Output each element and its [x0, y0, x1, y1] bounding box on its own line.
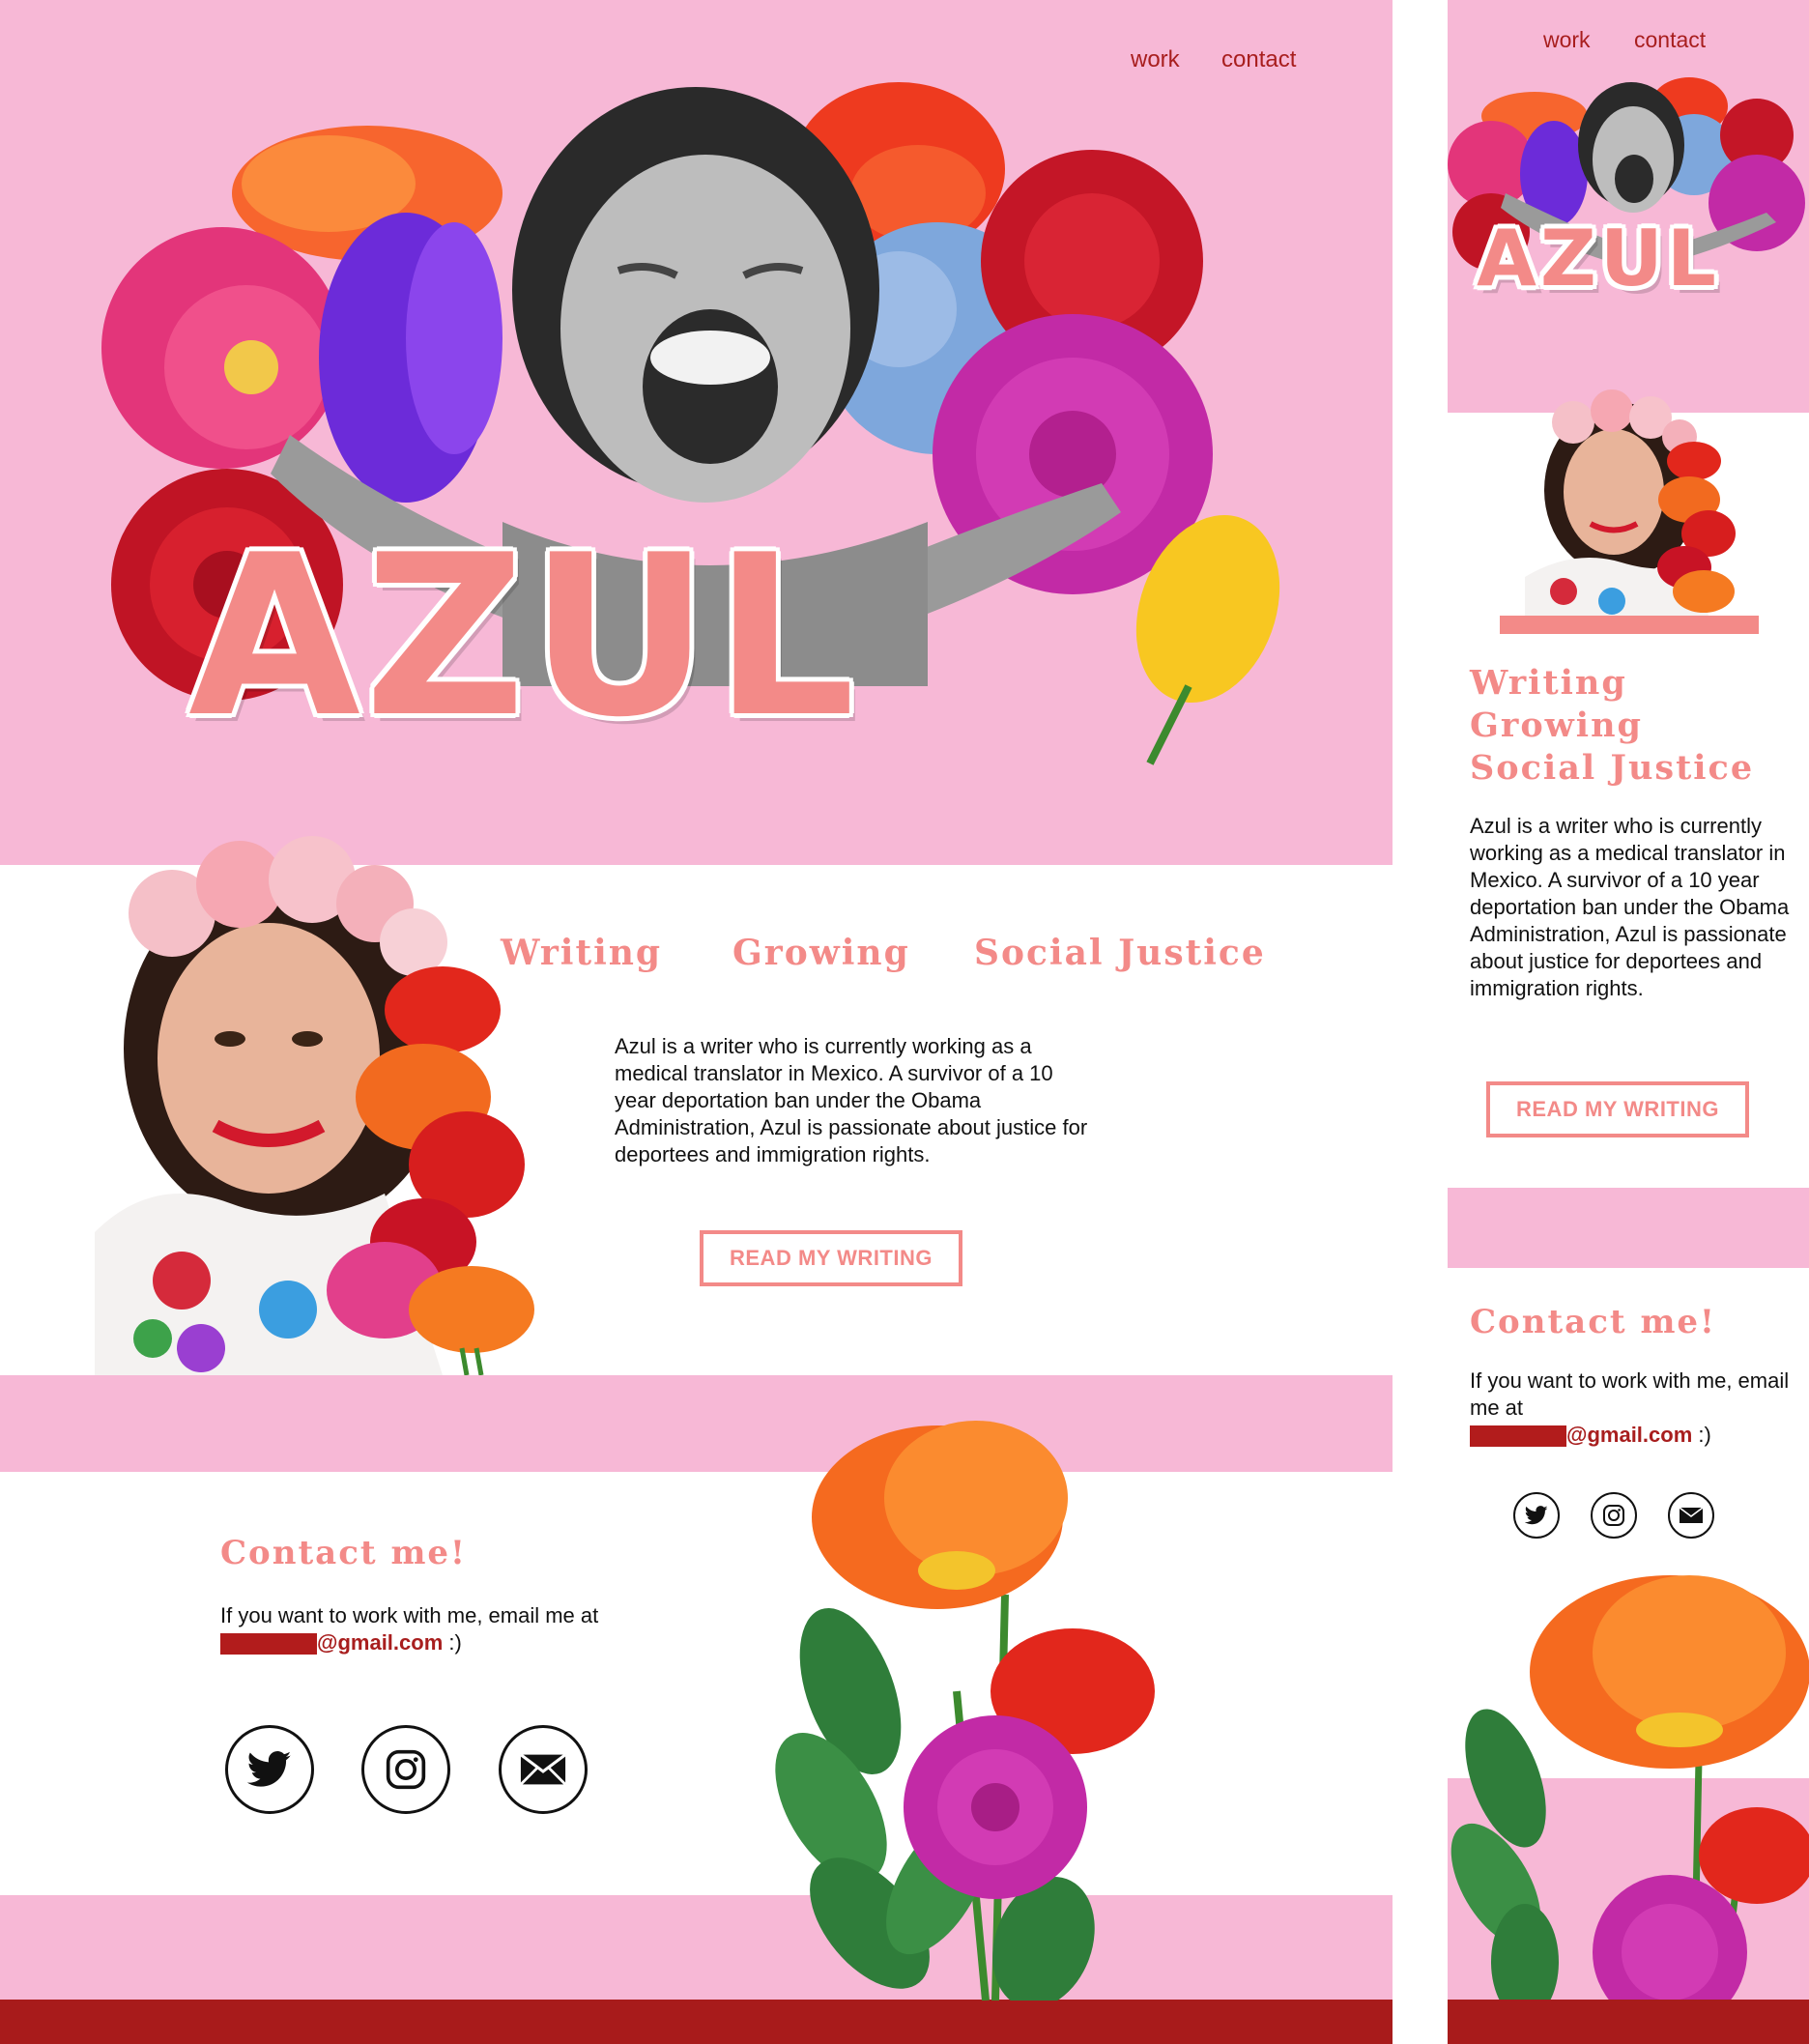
mobile-footer — [1448, 2000, 1809, 2044]
about-bio: Azul is a writer who is currently workin… — [615, 1034, 1088, 1166]
mobile-instagram-button[interactable] — [1591, 1492, 1637, 1539]
mobile-email-domain[interactable]: @gmail.com — [1566, 1423, 1692, 1447]
email-button[interactable] — [499, 1725, 588, 1814]
twitter-icon — [247, 1751, 292, 1787]
mobile-tag-social-justice: Social Justice — [1470, 748, 1755, 788]
mobile-instagram-icon — [1603, 1505, 1624, 1526]
email-suffix: :) — [443, 1630, 462, 1655]
mobile-hero-title: AZUL — [1477, 214, 1720, 303]
mobile-email-button[interactable] — [1668, 1492, 1714, 1539]
mobile-twitter-button[interactable] — [1513, 1492, 1560, 1539]
mobile-hero: work contact AZUL — [1448, 0, 1809, 413]
instagram-icon — [386, 1749, 426, 1790]
desktop-footer — [0, 2000, 1393, 2044]
mobile-tag-writing: Writing — [1470, 663, 1627, 703]
mobile-read-my-writing-button[interactable]: READ MY WRITING — [1486, 1081, 1749, 1137]
mobile-nav-work-link[interactable]: work — [1543, 27, 1591, 53]
mobile-contact-text-line: If you want to work with me, email me at — [1470, 1368, 1790, 1420]
desktop-pink-band-bottom — [0, 1895, 1393, 2000]
email-domain[interactable]: @gmail.com — [317, 1630, 443, 1655]
mobile-mail-icon — [1679, 1507, 1704, 1523]
mobile-nav-contact-link[interactable]: contact — [1634, 27, 1706, 53]
mobile-portrait-photo — [1525, 389, 1736, 616]
hero-title: AZUL — [188, 508, 860, 766]
mobile-pink-band — [1448, 1188, 1809, 1268]
contact-text: If you want to work with me, email me at… — [220, 1602, 723, 1656]
instagram-button[interactable] — [361, 1725, 450, 1814]
mobile-tag-growing: Growing — [1470, 705, 1644, 745]
mobile-contact-title: Contact me! — [1470, 1303, 1716, 1341]
desktop-pink-band — [0, 1375, 1393, 1472]
mobile-email-redacted — [1470, 1425, 1566, 1448]
mobile-contact-text: If you want to work with me, email me at… — [1470, 1367, 1798, 1449]
desktop-about-section: Writing Growing Social Justice Azul is a… — [0, 836, 1393, 1375]
portrait-photo — [95, 836, 534, 1375]
mobile-about-bio: Azul is a writer who is currently workin… — [1470, 814, 1790, 1000]
contact-title: Contact me! — [220, 1534, 467, 1572]
email-redacted — [220, 1633, 317, 1655]
desktop-hero: work contact AZUL — [0, 0, 1393, 865]
mobile-email-suffix: :) — [1692, 1423, 1711, 1447]
read-my-writing-button[interactable]: READ MY WRITING — [700, 1230, 962, 1286]
portrait-underline — [1500, 616, 1759, 634]
mobile-contact-flowers — [1450, 1575, 1809, 2000]
twitter-button[interactable] — [225, 1725, 314, 1814]
tag-social-justice: Social Justice — [974, 933, 1266, 973]
mobile-about-section: Writing Growing Social Justice Azul is a… — [1448, 389, 1809, 1188]
mail-icon — [519, 1753, 567, 1786]
tag-growing: Growing — [732, 933, 910, 973]
desktop-contact-section: Contact me! If you want to work with me,… — [0, 1472, 1393, 1895]
contact-flowers — [775, 1421, 1155, 2001]
mobile-twitter-icon — [1525, 1506, 1548, 1525]
contact-text-line: If you want to work with me, email me at — [220, 1603, 599, 1627]
tag-writing: Writing — [501, 933, 663, 973]
